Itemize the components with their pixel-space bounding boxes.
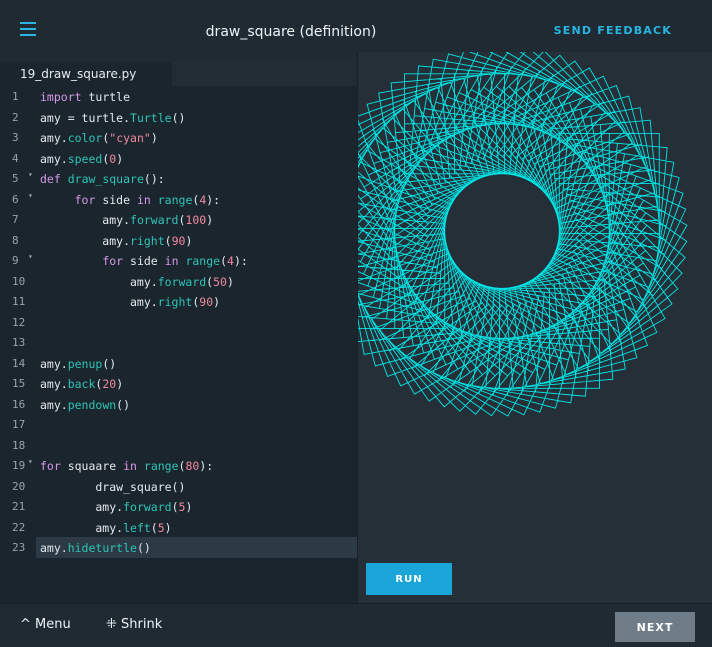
code-text: for side in range(4): bbox=[102, 254, 248, 268]
line-number: 19 bbox=[12, 459, 26, 472]
fold-arrow-icon[interactable]: ▾ bbox=[28, 170, 33, 179]
code-line[interactable]: 15 amy.back(20) bbox=[0, 373, 357, 394]
turtle-canvas-pane bbox=[357, 52, 712, 603]
fold-arrow-icon[interactable]: ▾ bbox=[28, 457, 33, 466]
code-line[interactable]: 18 bbox=[0, 435, 357, 456]
code-line[interactable]: 7 amy.forward(100) bbox=[0, 209, 357, 230]
line-number: 23 bbox=[12, 541, 26, 554]
code-text: amy.left(5) bbox=[40, 520, 172, 535]
line-number: 3 bbox=[12, 131, 19, 144]
line-number: 5 bbox=[12, 172, 19, 185]
code-line[interactable]: 21 amy.forward(5) bbox=[0, 496, 357, 517]
line-number: 12 bbox=[12, 315, 26, 329]
line-number: 21 bbox=[12, 500, 26, 513]
code-text: amy.forward(5) bbox=[40, 500, 193, 514]
code-editor[interactable]: 19_draw_square.py 1 import turtle 2 amy = t… bbox=[0, 62, 357, 603]
code-text: amy.pendown() bbox=[40, 397, 131, 412]
menu-button[interactable]: ^ Menu bbox=[20, 617, 71, 632]
send-feedback-link[interactable]: SEND FEEDBACK bbox=[554, 24, 672, 37]
code-text: import turtle bbox=[40, 90, 131, 104]
next-button[interactable]: NEXT bbox=[615, 612, 695, 642]
line-number: 20 bbox=[12, 479, 26, 493]
line-number: 6 bbox=[12, 192, 19, 206]
code-line[interactable]: 4 amy.speed(0) bbox=[0, 148, 357, 169]
turtle-drawing bbox=[358, 52, 688, 417]
shrink-label: Shrink bbox=[121, 617, 163, 632]
code-line[interactable]: 10 amy.forward(50) bbox=[0, 271, 357, 292]
code-line[interactable]: 2 amy = turtle.Turtle() bbox=[0, 107, 357, 128]
code-text: amy.color("cyan") bbox=[40, 131, 158, 145]
code-line[interactable]: 9 ▾ for side in range(4): bbox=[0, 250, 357, 271]
app-window: draw_square (definition) SEND FEEDBACK 1… bbox=[0, 0, 712, 647]
bottom-bar: ^ Menu ⁜ Shrink NEXT bbox=[0, 603, 712, 647]
line-number: 10 bbox=[12, 274, 26, 288]
line-number: 1 bbox=[12, 90, 19, 103]
line-number: 15 bbox=[12, 377, 26, 390]
code-line[interactable]: 19 ▾ for squaare in range(80): bbox=[0, 455, 357, 476]
code-line[interactable]: 12 bbox=[0, 312, 357, 333]
line-number: 17 bbox=[12, 418, 26, 431]
code-line[interactable]: 20 draw_square() bbox=[0, 476, 357, 497]
line-number: 13 bbox=[12, 336, 26, 349]
code-text: amy.hideturtle() bbox=[40, 541, 151, 555]
line-number: 8 bbox=[12, 233, 19, 247]
shrink-icon: ⁜ bbox=[106, 617, 117, 632]
spirograph-path bbox=[358, 52, 688, 417]
code-text: def draw_square(): bbox=[40, 172, 165, 186]
code-line[interactable]: 23 amy.hideturtle() bbox=[12, 537, 357, 558]
code-text: amy.right(90) bbox=[40, 295, 221, 309]
code-lines[interactable]: 1 import turtle 2 amy = turtle.Turtle() 3 amy… bbox=[0, 86, 357, 558]
fold-arrow-icon[interactable]: ▾ bbox=[28, 252, 33, 261]
code-line[interactable]: 3 amy.color("cyan") bbox=[0, 127, 357, 148]
code-text: amy.forward(50) bbox=[40, 274, 234, 289]
code-line[interactable]: 14 amy.penup() bbox=[0, 353, 357, 374]
code-text: amy.penup() bbox=[40, 356, 117, 371]
line-number: 22 bbox=[12, 520, 26, 534]
line-number: 14 bbox=[12, 356, 26, 370]
chevron-up-icon: ^ bbox=[20, 617, 31, 632]
code-text: for squaare in range(80): bbox=[40, 459, 214, 473]
line-number: 4 bbox=[12, 151, 19, 165]
code-line[interactable]: 5 ▾ def draw_square(): bbox=[0, 168, 357, 189]
code-line[interactable]: 1 import turtle bbox=[0, 86, 357, 107]
code-text: amy.back(20) bbox=[40, 377, 124, 391]
code-text: for side in range(4): bbox=[74, 192, 221, 207]
code-text: amy.speed(0) bbox=[40, 151, 124, 166]
line-number: 16 bbox=[12, 397, 26, 411]
file-tab[interactable]: 19_draw_square.py bbox=[0, 62, 172, 86]
code-line[interactable]: 11 amy.right(90) bbox=[0, 291, 357, 312]
code-text: amy = turtle.Turtle() bbox=[40, 110, 186, 125]
code-line[interactable]: 6 ▾ for side in range(4): bbox=[0, 189, 357, 210]
code-text: draw_square() bbox=[40, 479, 186, 494]
line-number: 7 bbox=[12, 213, 19, 226]
code-line[interactable]: 13 bbox=[0, 332, 357, 353]
code-line[interactable]: 16 amy.pendown() bbox=[0, 394, 357, 415]
code-line[interactable]: 17 bbox=[0, 414, 357, 435]
code-line[interactable]: 8 amy.right(90) bbox=[0, 230, 357, 251]
line-number: 11 bbox=[12, 295, 26, 308]
line-number: 9 bbox=[12, 254, 19, 267]
fold-arrow-icon[interactable]: ▾ bbox=[28, 191, 33, 200]
code-text: amy.right(90) bbox=[40, 233, 193, 248]
editor-tab-bar: 19_draw_square.py bbox=[0, 62, 357, 86]
code-line[interactable]: 22 amy.left(5) bbox=[0, 517, 357, 538]
shrink-button[interactable]: ⁜ Shrink bbox=[106, 617, 162, 632]
code-text: amy.forward(100) bbox=[40, 213, 214, 227]
line-number: 18 bbox=[12, 438, 26, 452]
run-button[interactable]: RUN bbox=[366, 563, 452, 595]
menu-label: Menu bbox=[35, 617, 71, 632]
page-title: draw_square (definition) bbox=[205, 24, 377, 40]
line-number: 2 bbox=[12, 110, 19, 124]
